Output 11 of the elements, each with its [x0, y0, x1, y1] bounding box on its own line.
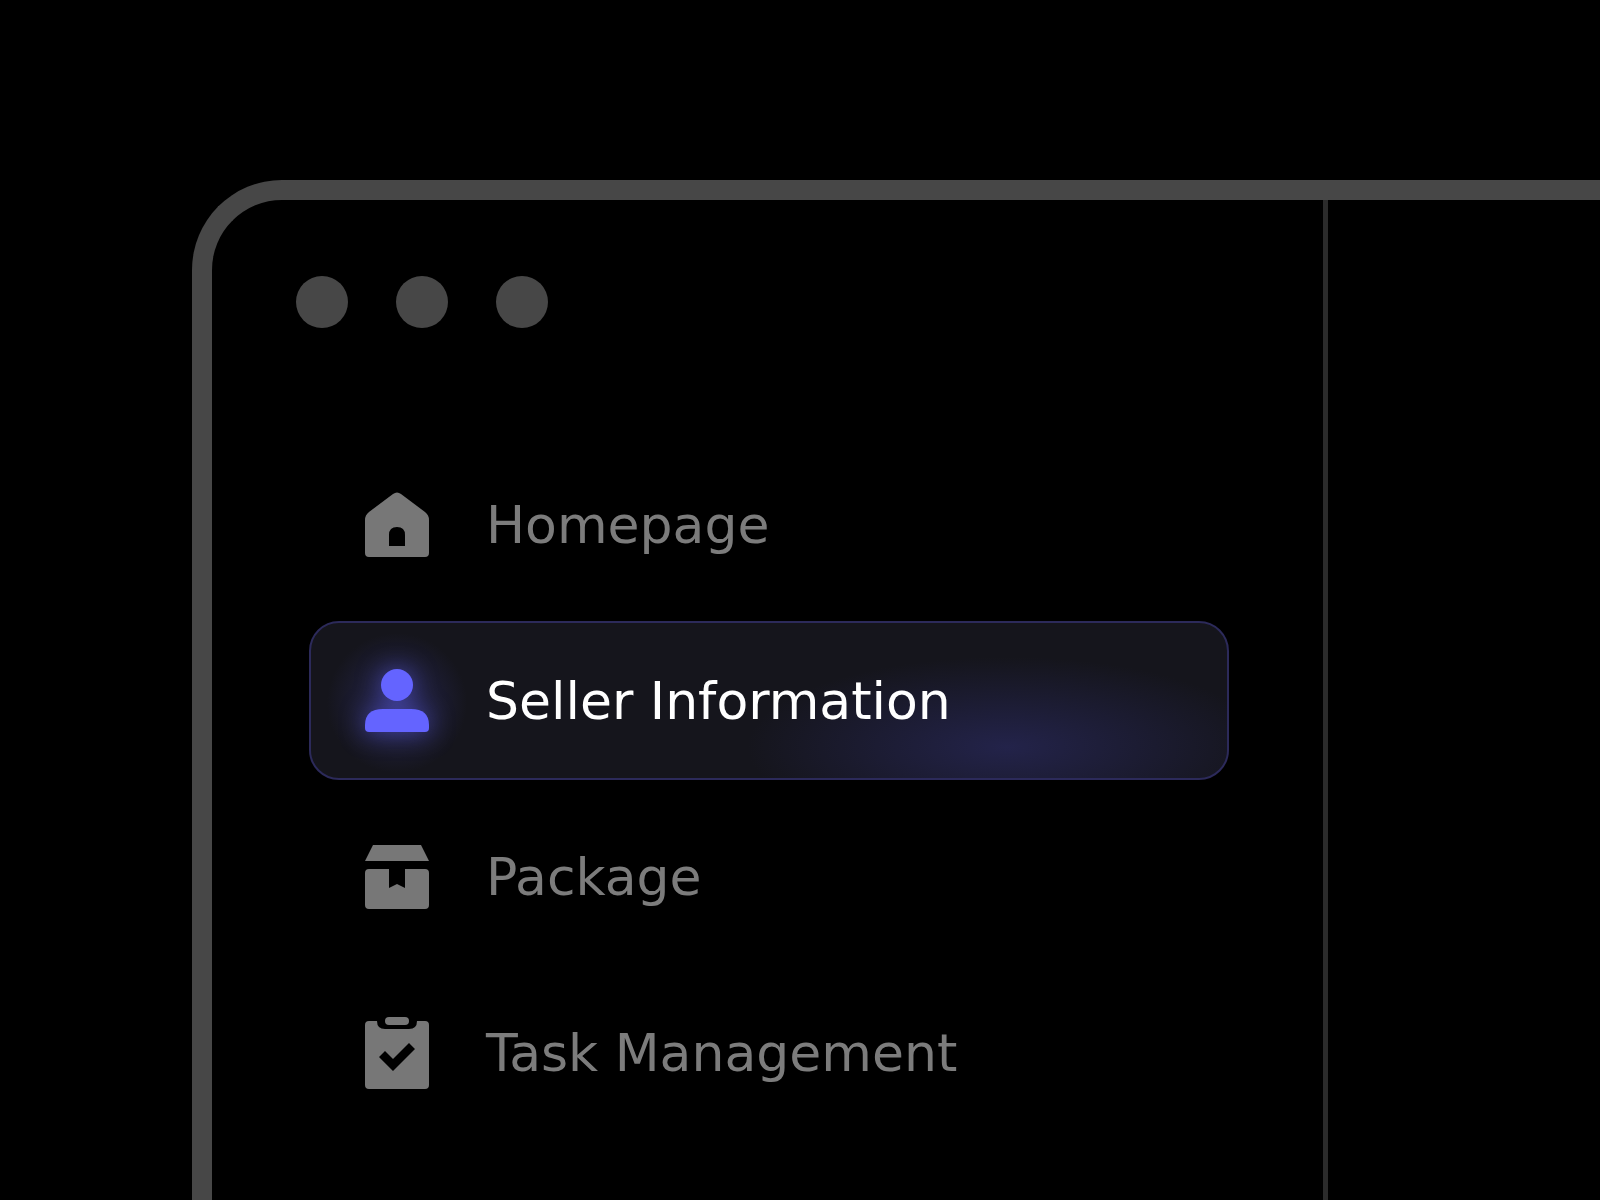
user-icon [365, 668, 429, 733]
window-control-dot[interactable] [396, 276, 448, 328]
sidebar-item[interactable]: Seller Information [309, 621, 1229, 780]
sidebar-item[interactable]: Package [309, 797, 1229, 956]
box-icon [365, 844, 429, 909]
clipboard-check-icon [365, 1016, 429, 1089]
sidebar-item[interactable]: Task Management [309, 973, 1229, 1132]
window-control-dot[interactable] [296, 276, 348, 328]
sidebar-item[interactable]: Homepage [309, 445, 1229, 604]
house-icon [365, 491, 429, 558]
window-control-dot[interactable] [496, 276, 548, 328]
